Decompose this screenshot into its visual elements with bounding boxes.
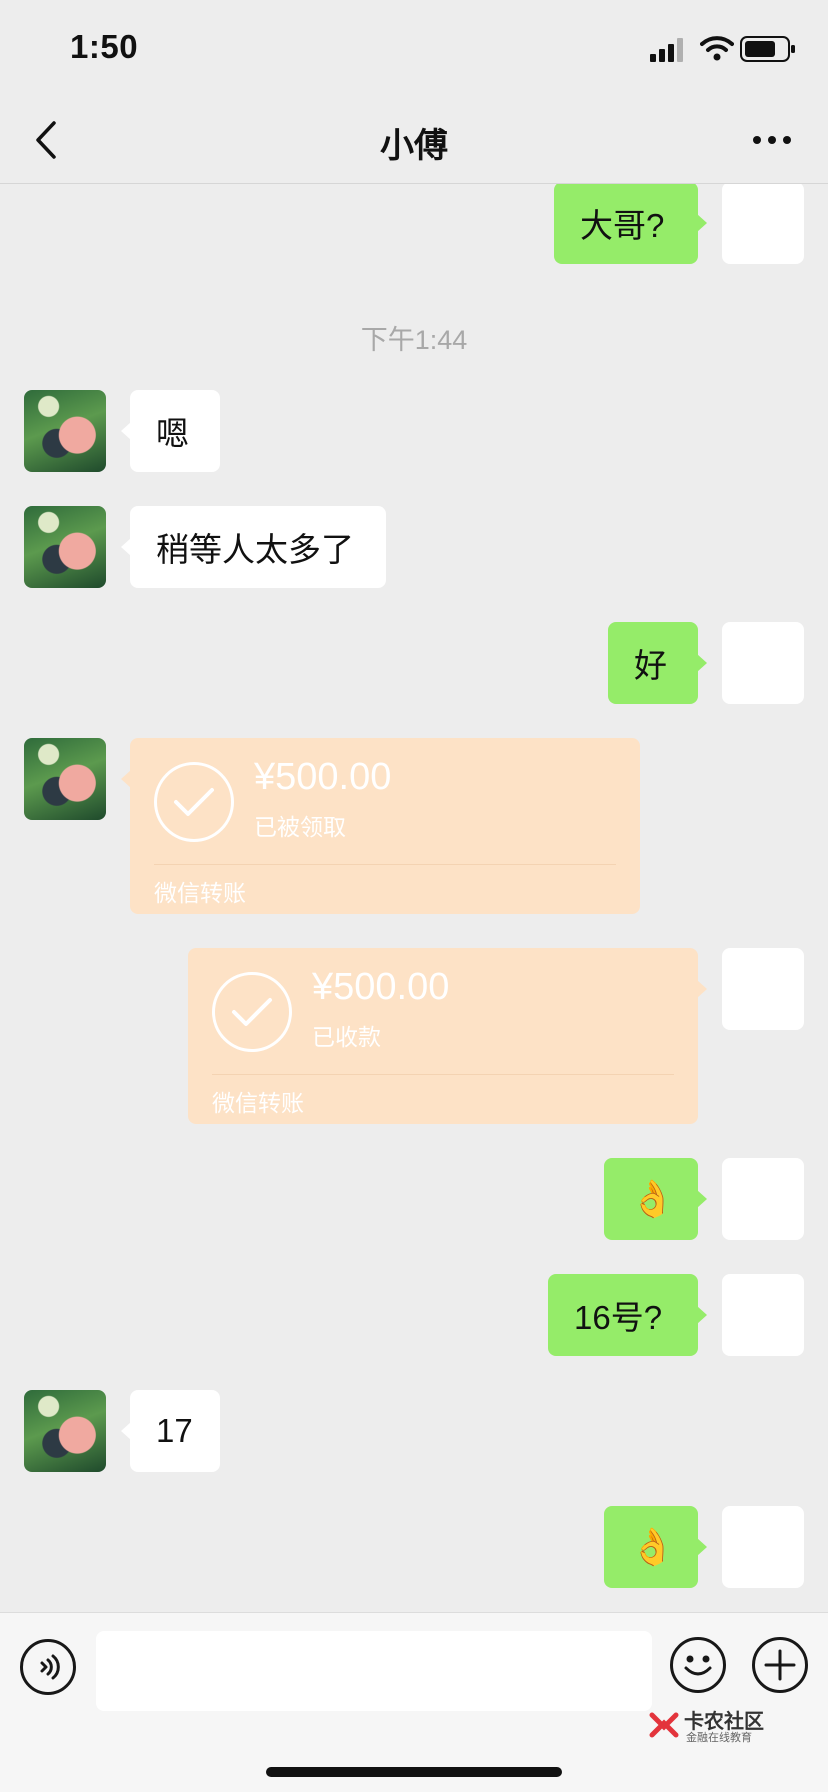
my-avatar[interactable]	[722, 1506, 804, 1588]
my-avatar[interactable]	[722, 1274, 804, 1356]
watermark: 卡农社区 金融在线教育	[648, 1705, 768, 1749]
transfer-card[interactable]: ¥500.00 已被领取 微信转账	[121, 738, 640, 914]
transfer-status: 已收款	[312, 1024, 381, 1050]
contact-avatar[interactable]	[24, 506, 106, 588]
message-row: 16号?	[0, 1274, 828, 1356]
message-row: 稍等人太多了	[0, 506, 828, 588]
emoji-smile-icon	[684, 1655, 712, 1676]
outgoing-message-bubble[interactable]: 16号?	[548, 1274, 707, 1356]
my-avatar[interactable]	[722, 184, 804, 264]
message-text: 好	[634, 647, 667, 684]
message-row: ¥500.00 已收款 微信转账	[0, 948, 828, 1124]
incoming-message-bubble[interactable]: 嗯	[121, 390, 220, 472]
emoji-button[interactable]	[670, 1637, 726, 1693]
cellular-signal-icon	[650, 38, 683, 62]
contact-avatar[interactable]	[24, 738, 106, 820]
message-text: 16号?	[574, 1299, 663, 1336]
home-indicator	[266, 1767, 562, 1777]
more-actions-button[interactable]	[752, 1637, 808, 1693]
transfer-label: 微信转账	[212, 1090, 304, 1116]
message-row: 17	[0, 1390, 828, 1472]
check-circle-icon	[154, 762, 234, 842]
message-text: 17	[156, 1412, 193, 1449]
watermark-logo-icon	[649, 1712, 679, 1738]
incoming-message-bubble[interactable]: 17	[121, 1390, 220, 1472]
status-bar: 1:50	[0, 0, 828, 96]
message-row: 好	[0, 622, 828, 704]
transfer-amount: ¥500.00	[312, 966, 450, 1008]
contact-avatar[interactable]	[24, 390, 106, 472]
message-input[interactable]	[96, 1631, 652, 1711]
transfer-amount: ¥500.00	[254, 756, 392, 798]
check-circle-icon	[212, 972, 292, 1052]
divider	[212, 1074, 674, 1075]
message-text: 大哥?	[580, 207, 665, 244]
outgoing-message-bubble[interactable]: 好	[608, 622, 707, 704]
message-row: ¥500.00 已被领取 微信转账	[0, 738, 828, 914]
my-avatar[interactable]	[722, 948, 804, 1030]
message-row: 嗯	[0, 390, 828, 472]
my-avatar[interactable]	[722, 622, 804, 704]
watermark-subtitle: 金融在线教育	[686, 1732, 752, 1744]
battery-icon	[740, 36, 795, 62]
message-timestamp: 下午1:44	[360, 325, 468, 355]
outgoing-message-bubble[interactable]: 👌	[604, 1158, 707, 1240]
wifi-icon	[700, 36, 734, 61]
voice-button[interactable]	[20, 1639, 76, 1695]
more-dots-icon	[753, 136, 791, 144]
incoming-message-bubble[interactable]: 稍等人太多了	[121, 506, 386, 588]
transfer-label: 微信转账	[154, 880, 246, 906]
more-button[interactable]	[742, 114, 802, 166]
ok-hand-emoji: 👌	[630, 1526, 675, 1567]
status-time: 1:50	[70, 28, 139, 65]
ok-hand-emoji: 👌	[630, 1178, 675, 1219]
transfer-status: 已被领取	[254, 814, 346, 840]
message-text: 嗯	[156, 415, 189, 452]
message-text: 稍等人太多了	[156, 531, 354, 568]
message-row: 👌	[0, 1158, 828, 1240]
chat-title: 小傅	[380, 127, 448, 165]
message-row: 大哥?	[0, 184, 828, 266]
my-avatar[interactable]	[722, 1158, 804, 1240]
message-row: 👌	[0, 1506, 828, 1588]
contact-avatar[interactable]	[24, 1390, 106, 1472]
chat-header: 小傅	[0, 96, 828, 184]
transfer-card[interactable]: ¥500.00 已收款 微信转账	[188, 948, 707, 1124]
voice-icon	[40, 1654, 60, 1680]
plus-icon	[764, 1649, 796, 1681]
divider	[154, 864, 616, 865]
outgoing-message-bubble[interactable]: 大哥?	[554, 184, 707, 264]
outgoing-message-bubble[interactable]: 👌	[604, 1506, 707, 1588]
message-list[interactable]: 大哥? 下午1:44 嗯 稍等人太多了 好 ¥500.00 已被领取 微信转账 …	[0, 184, 828, 1612]
input-bar: 卡农社区 金融在线教育	[0, 1612, 828, 1792]
